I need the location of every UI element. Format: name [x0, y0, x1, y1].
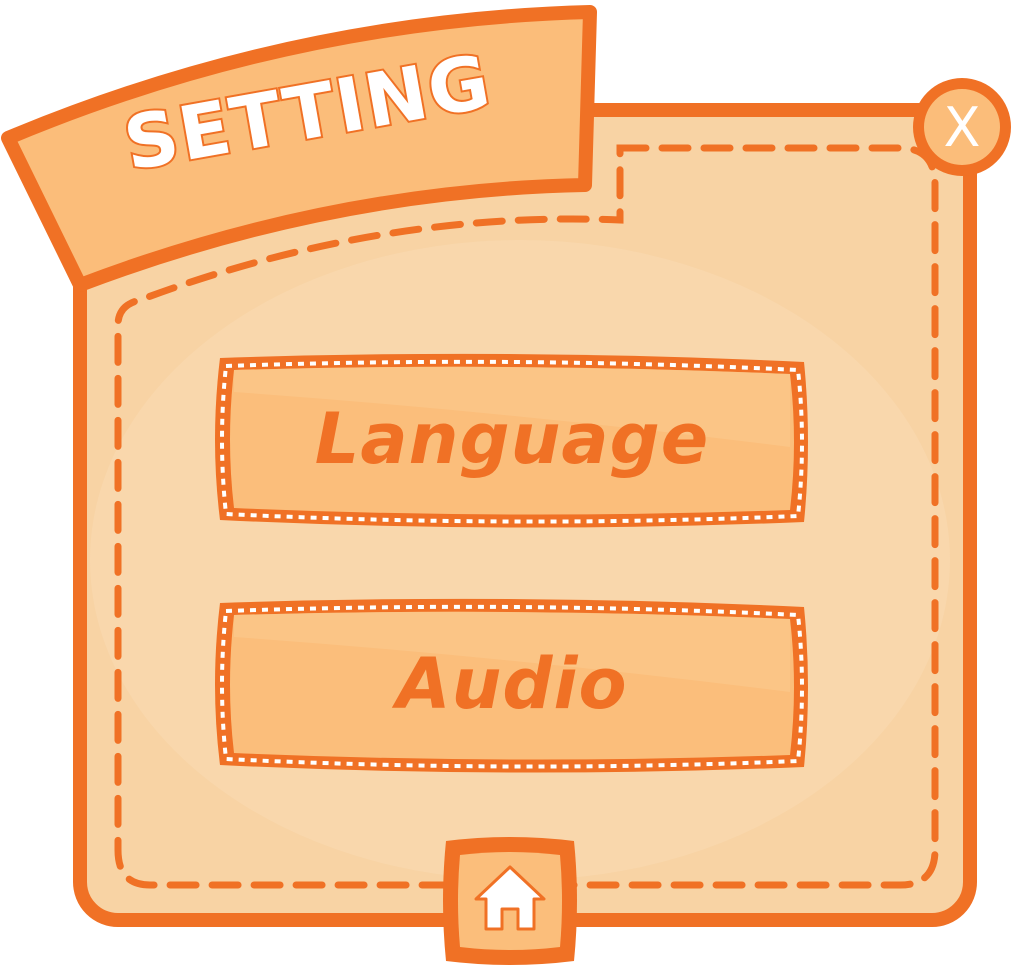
close-button[interactable]: X: [907, 72, 1017, 182]
language-button[interactable]: Language: [212, 352, 812, 532]
home-icon: [474, 865, 546, 931]
settings-dialog: SETTING X Language Audio: [0, 0, 1021, 970]
audio-button[interactable]: Audio: [212, 597, 812, 777]
audio-button-label: Audio: [396, 643, 628, 725]
language-button-label: Language: [314, 398, 710, 480]
home-button[interactable]: [440, 835, 580, 967]
close-icon: X: [943, 95, 981, 159]
